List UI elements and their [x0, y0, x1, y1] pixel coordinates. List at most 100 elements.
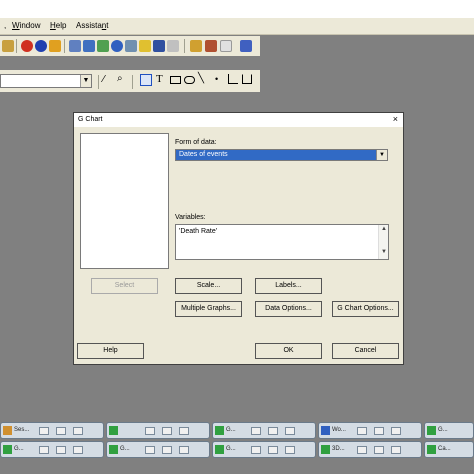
grid-icon[interactable] — [125, 40, 137, 52]
restore-icon[interactable] — [39, 446, 49, 454]
maximize-icon[interactable] — [268, 446, 278, 454]
restore-icon[interactable] — [145, 427, 155, 435]
toolbar-separator — [184, 39, 185, 53]
scroll-down-icon[interactable]: ▼ — [381, 249, 387, 255]
toolbar-separator — [16, 39, 17, 53]
close-icon[interactable] — [73, 427, 83, 435]
table-icon[interactable] — [153, 40, 165, 52]
cut-icon[interactable] — [2, 40, 14, 52]
data-options-button[interactable]: Data Options... — [255, 301, 322, 317]
dialog-titlebar: G Chart × — [74, 113, 403, 127]
tab-label: Ca... — [438, 446, 451, 452]
session-icon[interactable] — [83, 40, 95, 52]
toolbar-combo[interactable]: ▼ — [0, 74, 92, 88]
graph-icon — [109, 426, 118, 435]
maximize-icon[interactable] — [162, 446, 172, 454]
minimized-window-tab[interactable]: Ca... — [424, 441, 474, 458]
polyline-icon[interactable] — [228, 74, 238, 84]
graph-icon — [427, 426, 436, 435]
restore-icon[interactable] — [39, 427, 49, 435]
multiple-graphs-button[interactable]: Multiple Graphs... — [175, 301, 242, 317]
close-icon[interactable] — [285, 446, 295, 454]
minimized-window-tab[interactable]: Wo... — [318, 422, 422, 439]
close-icon[interactable] — [179, 446, 189, 454]
layout-icon[interactable] — [240, 40, 252, 52]
variable-listbox[interactable] — [80, 133, 169, 269]
chevron-down-icon: ▼ — [376, 150, 387, 160]
restore-icon[interactable] — [357, 427, 367, 435]
close-icon[interactable] — [285, 427, 295, 435]
restore-icon[interactable] — [251, 446, 261, 454]
restore-icon[interactable] — [357, 446, 367, 454]
tab-label: 3D... — [332, 446, 345, 452]
maximize-icon[interactable] — [374, 427, 384, 435]
help-icon[interactable] — [35, 40, 47, 52]
worksheet-icon[interactable] — [49, 40, 61, 52]
ok-button[interactable]: OK — [255, 343, 322, 359]
variables-scrollbar[interactable]: ▲ ▼ — [378, 225, 388, 259]
tab-label: Ses... — [14, 427, 30, 433]
close-icon[interactable] — [391, 446, 401, 454]
title-area — [0, 0, 474, 18]
menu-assistant[interactable]: Assistant — [76, 21, 108, 30]
select-icon[interactable] — [140, 74, 152, 86]
variables-value: 'Death Rate' — [179, 228, 218, 235]
close-icon[interactable] — [179, 427, 189, 435]
dialog-title: G Chart — [78, 116, 103, 123]
menu-help[interactable]: Help — [50, 21, 66, 30]
copy-icon[interactable] — [69, 40, 81, 52]
cancel-button[interactable]: Cancel — [332, 343, 399, 359]
maximize-icon[interactable] — [268, 427, 278, 435]
chevron-down-icon: ▼ — [80, 75, 91, 87]
close-icon[interactable] — [391, 427, 401, 435]
minimized-window-tab[interactable]: G... — [212, 441, 316, 458]
select-button[interactable]: Select — [91, 278, 158, 294]
worksheet-icon — [321, 426, 330, 435]
menu-help-rest: elp — [55, 21, 67, 30]
rectangle-icon[interactable] — [170, 76, 181, 84]
graph-icon — [109, 445, 118, 454]
menu-window[interactable]: Window — [12, 21, 40, 30]
tab-label: G... — [14, 446, 24, 452]
info-icon[interactable] — [111, 40, 123, 52]
window-icon[interactable] — [205, 40, 217, 52]
text-icon[interactable]: T — [156, 73, 163, 85]
maximize-icon[interactable] — [374, 446, 384, 454]
restore-icon[interactable] — [251, 427, 261, 435]
maximize-icon[interactable] — [56, 427, 66, 435]
polygon-icon[interactable] — [242, 74, 252, 84]
brush-icon[interactable] — [190, 40, 202, 52]
frame-icon[interactable] — [220, 40, 232, 52]
graph-icon[interactable] — [97, 40, 109, 52]
scroll-up-icon[interactable]: ▲ — [381, 226, 387, 232]
graph-icon — [321, 445, 330, 454]
minimized-window-tab[interactable]: G... — [424, 422, 474, 439]
minimized-window-tab[interactable]: Ses... — [0, 422, 104, 439]
restore-icon[interactable] — [145, 446, 155, 454]
ellipse-icon[interactable] — [184, 76, 195, 84]
minimized-window-tab[interactable]: G... — [0, 441, 104, 458]
menu-partial-edge: , — [4, 21, 7, 30]
help-button[interactable]: Help — [77, 343, 144, 359]
point-icon[interactable]: • — [215, 74, 218, 84]
chart-icon[interactable] — [167, 40, 179, 52]
minimized-window-tab[interactable]: 3D... — [318, 441, 422, 458]
labels-button[interactable]: Labels... — [255, 278, 322, 294]
report-icon[interactable] — [139, 40, 151, 52]
form-of-data-dropdown[interactable]: Dates of events ▼ — [175, 149, 388, 161]
maximize-icon[interactable] — [56, 446, 66, 454]
minimized-window-tab[interactable]: G... — [212, 422, 316, 439]
close-icon[interactable]: × — [393, 114, 398, 124]
minimized-window-tab[interactable] — [106, 422, 210, 439]
brush-tool-icon[interactable]: ⁄ — [103, 74, 105, 85]
g-chart-options-button[interactable]: G Chart Options... — [332, 301, 399, 317]
stop-icon[interactable] — [21, 40, 33, 52]
line-icon[interactable]: ╲ — [198, 73, 204, 84]
scale-button[interactable]: Scale... — [175, 278, 242, 294]
zoom-icon[interactable]: ⌕ — [117, 73, 123, 84]
maximize-icon[interactable] — [162, 427, 172, 435]
variables-input[interactable]: 'Death Rate' ▲ ▼ — [175, 224, 389, 260]
close-icon[interactable] — [73, 446, 83, 454]
tab-label: G... — [438, 427, 448, 433]
minimized-window-tab[interactable]: G... — [106, 441, 210, 458]
